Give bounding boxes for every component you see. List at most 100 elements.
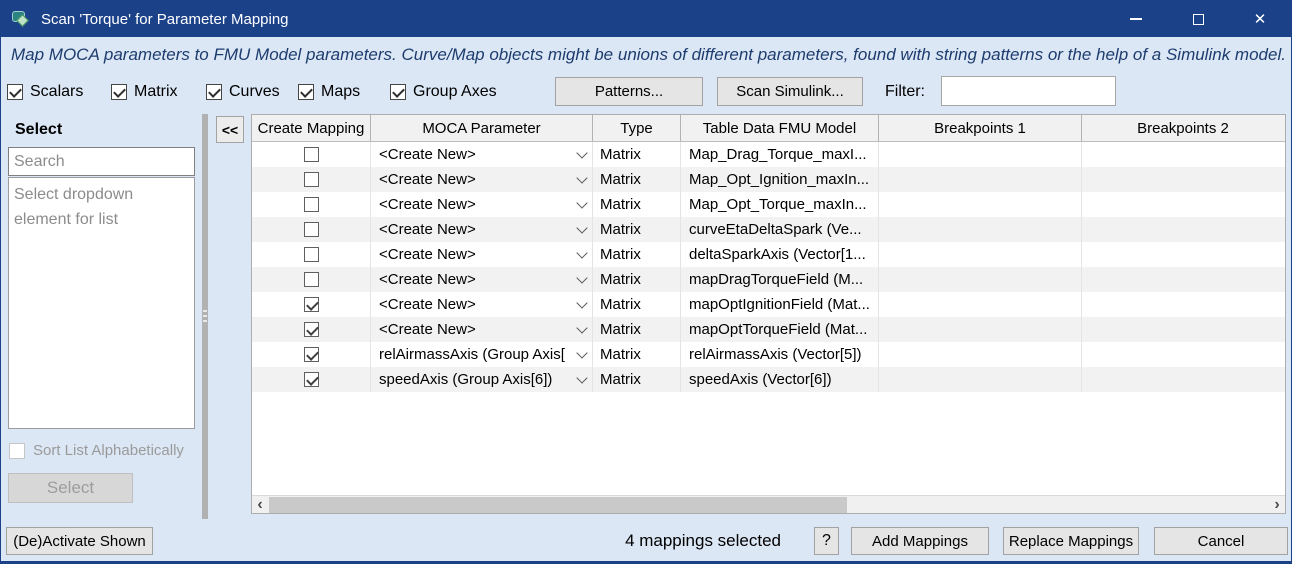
scroll-right-icon[interactable]: › <box>1269 496 1285 514</box>
deactivate-shown-button[interactable]: (De)Activate Shown <box>6 527 153 555</box>
breakpoints1-cell <box>879 367 1082 392</box>
filter-checkbox-maps[interactable]: Maps <box>298 73 360 111</box>
fmu-model-cell: curveEtaDeltaSpark (Ve... <box>681 217 879 242</box>
table-row: speedAxis (Group Axis[6])MatrixspeedAxis… <box>252 367 1285 392</box>
row-mapping-checkbox[interactable] <box>304 372 319 387</box>
filter-checkbox-label: Curves <box>229 83 280 101</box>
table-row: relAirmassAxis (Group Axis[MatrixrelAirm… <box>252 342 1285 367</box>
moca-parameter-value: <Create New> <box>379 221 576 238</box>
breakpoints2-cell <box>1082 292 1284 317</box>
moca-parameter-dropdown[interactable]: <Create New> <box>371 217 593 242</box>
type-filter-checkboxes: Scalars Matrix Curves Maps Group Axes <box>1 73 561 111</box>
breakpoints2-cell <box>1082 242 1284 267</box>
create-mapping-cell <box>252 342 371 367</box>
search-input[interactable] <box>8 147 195 176</box>
type-cell: Matrix <box>593 242 681 267</box>
table-header: Create MappingMOCA ParameterTypeTable Da… <box>252 115 1285 142</box>
moca-parameter-value: <Create New> <box>379 271 576 288</box>
breakpoints1-cell <box>879 267 1082 292</box>
close-icon: ✕ <box>1254 12 1267 27</box>
select-button[interactable]: Select <box>8 473 133 503</box>
table-body: <Create New>MatrixMap_Drag_Torque_maxI..… <box>252 142 1285 392</box>
row-mapping-checkbox[interactable] <box>304 322 319 337</box>
fmu-model-cell: relAirmassAxis (Vector[5]) <box>681 342 879 367</box>
filter-checkbox-matrix[interactable]: Matrix <box>111 73 178 111</box>
moca-parameter-dropdown[interactable]: <Create New> <box>371 142 593 167</box>
moca-parameter-dropdown[interactable]: <Create New> <box>371 167 593 192</box>
column-header-table-data-fmu-model[interactable]: Table Data FMU Model <box>681 115 879 141</box>
maximize-icon <box>1193 14 1204 25</box>
filter-checkbox-group-axes[interactable]: Group Axes <box>390 73 497 111</box>
column-header-create-mapping[interactable]: Create Mapping <box>252 115 371 141</box>
moca-parameter-dropdown[interactable]: <Create New> <box>371 192 593 217</box>
minimize-button[interactable] <box>1105 1 1167 37</box>
patterns-button[interactable]: Patterns... <box>555 77 703 106</box>
column-header-breakpoints-1[interactable]: Breakpoints 1 <box>879 115 1082 141</box>
table-row: <Create New>MatrixMap_Opt_Torque_maxIn..… <box>252 192 1285 217</box>
panel-splitter[interactable] <box>202 114 208 519</box>
row-mapping-checkbox[interactable] <box>304 347 319 362</box>
close-button[interactable]: ✕ <box>1229 1 1291 37</box>
column-header-type[interactable]: Type <box>593 115 681 141</box>
breakpoints2-cell <box>1082 267 1284 292</box>
row-mapping-checkbox[interactable] <box>304 272 319 287</box>
scrollbar-thumb[interactable] <box>269 497 847 513</box>
window-title: Scan 'Torque' for Parameter Mapping <box>41 11 289 28</box>
chevron-down-icon <box>576 272 587 283</box>
select-listbox[interactable]: Select dropdown element for list <box>8 177 195 429</box>
moca-parameter-dropdown[interactable]: <Create New> <box>371 267 593 292</box>
fmu-model-cell: Map_Opt_Torque_maxIn... <box>681 192 879 217</box>
horizontal-scrollbar[interactable]: ‹ › <box>252 495 1285 513</box>
table-row: <Create New>MatrixmapOptTorqueField (Mat… <box>252 317 1285 342</box>
fmu-model-cell: mapOptTorqueField (Mat... <box>681 317 879 342</box>
breakpoints1-cell <box>879 242 1082 267</box>
app-icon <box>12 10 32 28</box>
filter-checkbox-scalars[interactable]: Scalars <box>7 73 83 111</box>
type-cell: Matrix <box>593 292 681 317</box>
replace-mappings-button[interactable]: Replace Mappings <box>1003 527 1139 555</box>
breakpoints1-cell <box>879 217 1082 242</box>
moca-parameter-dropdown[interactable]: speedAxis (Group Axis[6]) <box>371 367 593 392</box>
moca-parameter-dropdown[interactable]: relAirmassAxis (Group Axis[ <box>371 342 593 367</box>
moca-parameter-dropdown[interactable]: <Create New> <box>371 292 593 317</box>
filter-checkbox-curves[interactable]: Curves <box>206 73 280 111</box>
moca-parameter-value: <Create New> <box>379 246 576 263</box>
table-row: <Create New>MatrixmapOptIgnitionField (M… <box>252 292 1285 317</box>
sort-alphabetically-label: Sort List Alphabetically <box>33 442 184 459</box>
moca-parameter-dropdown[interactable]: <Create New> <box>371 242 593 267</box>
cancel-button[interactable]: Cancel <box>1154 527 1288 555</box>
maximize-button[interactable] <box>1167 1 1229 37</box>
row-mapping-checkbox[interactable] <box>304 197 319 212</box>
type-cell: Matrix <box>593 142 681 167</box>
breakpoints2-cell <box>1082 217 1284 242</box>
moca-parameter-dropdown[interactable]: <Create New> <box>371 317 593 342</box>
row-mapping-checkbox[interactable] <box>304 172 319 187</box>
splitter-grip-icon <box>203 310 207 324</box>
filter-input[interactable] <box>941 76 1116 106</box>
row-mapping-checkbox[interactable] <box>304 222 319 237</box>
scroll-left-icon[interactable]: ‹ <box>252 496 268 514</box>
row-mapping-checkbox[interactable] <box>304 247 319 262</box>
row-mapping-checkbox[interactable] <box>304 297 319 312</box>
row-mapping-checkbox[interactable] <box>304 147 319 162</box>
chevron-down-icon <box>576 297 587 308</box>
breakpoints2-cell <box>1082 192 1284 217</box>
table-row: <Create New>MatrixmapDragTorqueField (M.… <box>252 267 1285 292</box>
checkbox-icon <box>206 84 222 100</box>
create-mapping-cell <box>252 142 371 167</box>
type-cell: Matrix <box>593 217 681 242</box>
column-header-breakpoints-2[interactable]: Breakpoints 2 <box>1082 115 1284 141</box>
breakpoints1-cell <box>879 342 1082 367</box>
chevron-down-icon <box>576 197 587 208</box>
scan-simulink-button[interactable]: Scan Simulink... <box>717 77 863 106</box>
fmu-model-cell: Map_Drag_Torque_maxI... <box>681 142 879 167</box>
sort-alphabetically-row: Sort List Alphabetically <box>9 442 184 459</box>
listbox-placeholder: Select dropdown element for list <box>14 186 133 228</box>
sort-alphabetically-checkbox[interactable] <box>9 443 25 459</box>
moca-parameter-value: relAirmassAxis (Group Axis[ <box>379 346 576 363</box>
column-header-moca-parameter[interactable]: MOCA Parameter <box>371 115 593 141</box>
collapse-panel-button[interactable]: << <box>216 116 244 143</box>
add-mappings-button[interactable]: Add Mappings <box>851 527 989 555</box>
breakpoints2-cell <box>1082 167 1284 192</box>
help-button[interactable]: ? <box>814 527 839 555</box>
